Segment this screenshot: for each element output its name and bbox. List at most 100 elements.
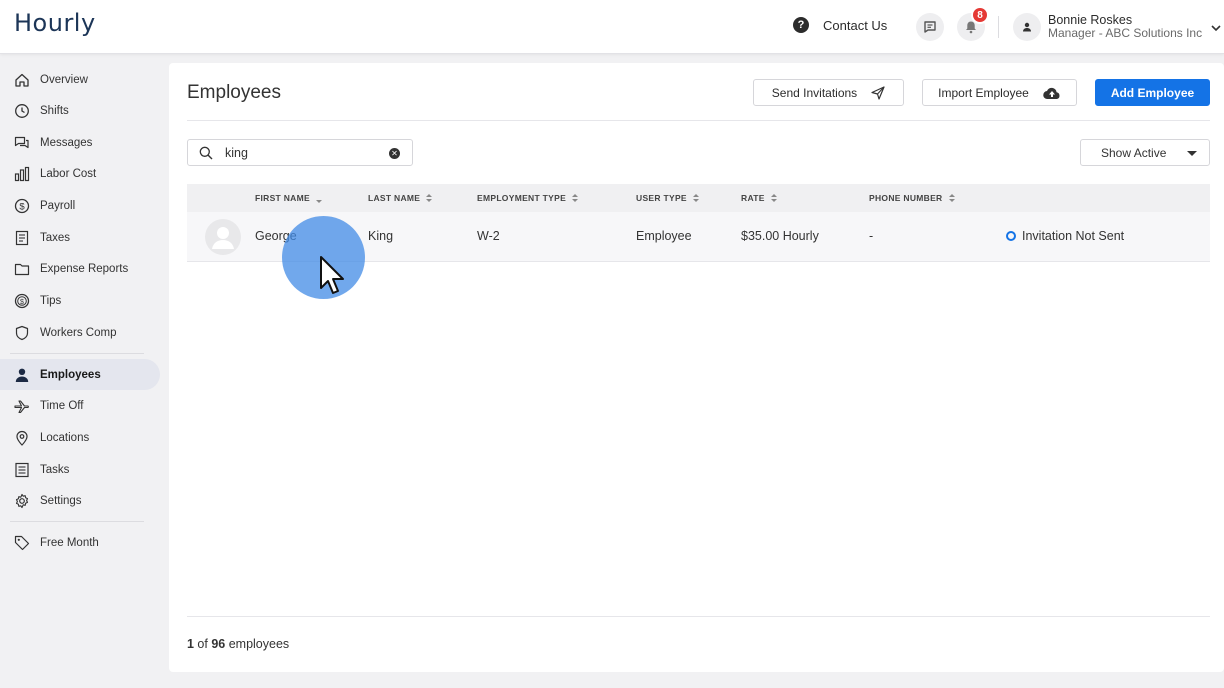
sidebar-item-employees[interactable]: Employees	[0, 359, 160, 390]
user-role: Manager - ABC Solutions Inc	[1048, 26, 1203, 40]
sidebar-item-free-month[interactable]: Free Month	[0, 527, 160, 558]
sidebar-item-label: Shifts	[40, 104, 69, 117]
sidebar-item-label: Tips	[40, 294, 62, 307]
user-avatar[interactable]	[1013, 13, 1041, 41]
cell-employment-type: W-2	[477, 229, 500, 243]
column-first-name[interactable]: FIRST NAME	[255, 193, 322, 203]
sidebar-divider	[10, 521, 144, 522]
send-invitations-label: Send Invitations	[771, 85, 858, 100]
gear-icon	[14, 493, 30, 509]
chevron-down-icon[interactable]	[1211, 24, 1221, 32]
notification-badge: 8	[971, 6, 989, 24]
sidebar-item-tasks[interactable]: Tasks	[0, 454, 160, 485]
send-invitations-button[interactable]: Send Invitations	[753, 79, 904, 106]
sidebar-item-labor-cost[interactable]: Labor Cost	[0, 158, 160, 189]
sidebar-item-workers-comp[interactable]: Workers Comp	[0, 317, 160, 348]
list-icon	[14, 462, 30, 478]
folder-icon	[14, 261, 30, 277]
cloud-upload-icon	[1043, 87, 1060, 99]
sort-icon	[692, 194, 699, 202]
column-label: RATE	[741, 193, 765, 203]
sidebar-item-payroll[interactable]: $ Payroll	[0, 190, 160, 221]
chat-icon	[14, 135, 30, 151]
sidebar-item-time-off[interactable]: Time Off	[0, 390, 160, 421]
cell-last-name: King	[368, 229, 394, 243]
employees-panel: Employees Send Invitations Import Employ…	[169, 63, 1224, 672]
person-icon	[1023, 22, 1031, 32]
sidebar-item-label: Locations	[40, 431, 90, 444]
sidebar-item-label: Settings	[40, 494, 82, 507]
cell-user-type: Employee	[636, 229, 692, 243]
status-ring-icon	[1006, 231, 1016, 241]
plane-icon	[14, 398, 30, 414]
sort-icon	[770, 194, 777, 202]
sidebar-item-locations[interactable]: Locations	[0, 422, 160, 453]
contact-us-label: Contact Us	[823, 17, 888, 33]
sidebar-item-label: Messages	[40, 136, 93, 149]
sidebar-item-taxes[interactable]: Taxes	[0, 222, 160, 253]
search-input[interactable]	[225, 144, 375, 162]
column-label: FIRST NAME	[255, 193, 310, 203]
column-label: EMPLOYMENT TYPE	[477, 193, 567, 203]
sidebar: Overview Shifts Messages Labor Cost $ Pa…	[0, 54, 168, 688]
send-icon	[871, 85, 885, 100]
header-divider	[998, 16, 999, 38]
sort-desc-icon	[315, 199, 322, 203]
messages-button[interactable]	[916, 13, 944, 41]
person-placeholder-icon	[212, 227, 234, 249]
column-label: PHONE NUMBER	[869, 193, 943, 203]
person-icon	[14, 367, 30, 383]
sidebar-item-settings[interactable]: Settings	[0, 485, 160, 516]
column-employment-type[interactable]: EMPLOYMENT TYPE	[477, 193, 579, 203]
tag-icon	[14, 535, 30, 551]
sidebar-item-label: Tasks	[40, 463, 70, 476]
column-phone-number[interactable]: PHONE NUMBER	[869, 193, 955, 203]
import-employee-label: Import Employee	[938, 85, 1029, 100]
cell-phone: -	[869, 229, 874, 243]
chat-bubble-icon	[924, 21, 936, 33]
app-logo[interactable]: Hourly	[14, 9, 96, 37]
sidebar-item-label: Payroll	[40, 199, 76, 212]
clear-search-icon[interactable]: ✕	[389, 148, 400, 159]
filter-label: Show Active	[1101, 145, 1167, 160]
sidebar-item-label: Free Month	[40, 536, 99, 549]
bar-chart-icon	[14, 166, 30, 182]
divider	[187, 616, 1210, 617]
sort-icon	[948, 194, 955, 202]
sidebar-item-label: Taxes	[40, 231, 71, 244]
employee-avatar	[205, 219, 241, 255]
sidebar-item-tips[interactable]: $ Tips	[0, 285, 160, 316]
sidebar-item-label: Overview	[40, 73, 88, 86]
divider	[187, 120, 1210, 121]
sidebar-item-label: Employees	[40, 368, 101, 381]
import-employee-button[interactable]: Import Employee	[922, 79, 1077, 106]
search-icon	[199, 146, 213, 160]
column-rate[interactable]: RATE	[741, 193, 777, 203]
table-header: FIRST NAME LAST NAME EMPLOYMENT TYPE USE…	[187, 184, 1210, 212]
sidebar-item-messages[interactable]: Messages	[0, 127, 160, 158]
add-employee-button[interactable]: Add Employee	[1095, 79, 1210, 106]
help-icon: ?	[793, 17, 809, 33]
user-name[interactable]: Bonnie Roskes	[1048, 13, 1132, 27]
cell-rate: $35.00 Hourly	[741, 229, 819, 243]
count-current: 1	[187, 637, 194, 651]
contact-us-link[interactable]: ? Contact Us	[793, 17, 887, 33]
sidebar-item-label: Time Off	[40, 399, 84, 412]
sidebar-item-label: Labor Cost	[40, 167, 97, 180]
mouse-pointer-icon	[320, 256, 344, 294]
count-suffix: employees	[225, 637, 290, 651]
status-label: Invitation Not Sent	[1022, 229, 1125, 243]
page-title: Employees	[187, 82, 281, 103]
shield-icon	[14, 325, 30, 341]
search-box[interactable]: ✕	[187, 139, 413, 166]
sidebar-item-expense-reports[interactable]: Expense Reports	[0, 253, 160, 284]
sidebar-divider	[10, 353, 144, 354]
column-label: LAST NAME	[368, 193, 421, 203]
sidebar-item-shifts[interactable]: Shifts	[0, 95, 160, 126]
top-bar: Hourly ? Contact Us 8 Bonnie Roskes Mana…	[0, 0, 1224, 54]
status-filter-dropdown[interactable]: Show Active	[1080, 139, 1210, 166]
sidebar-item-overview[interactable]: Overview	[0, 64, 160, 95]
column-user-type[interactable]: USER TYPE	[636, 193, 699, 203]
column-last-name[interactable]: LAST NAME	[368, 193, 433, 203]
notifications-button[interactable]: 8	[957, 6, 989, 41]
